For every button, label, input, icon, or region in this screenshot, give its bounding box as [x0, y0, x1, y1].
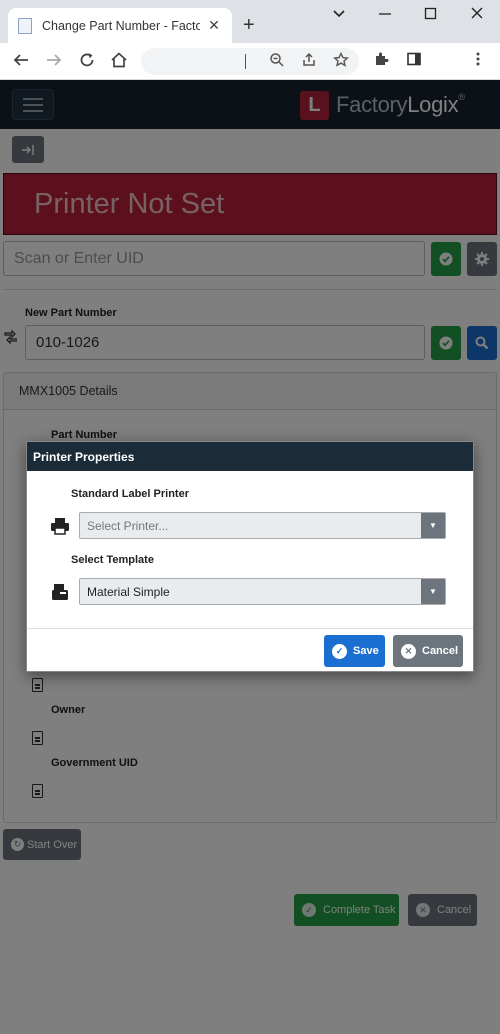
- tab-title: Change Part Number - FactoryLogix: [42, 18, 200, 33]
- browser-tab[interactable]: Change Part Number - FactoryLogix ✕: [8, 8, 232, 43]
- modal-footer-divider: [27, 628, 473, 629]
- address-caret: [245, 54, 246, 69]
- share-icon[interactable]: [301, 52, 317, 71]
- chevron-down-icon[interactable]: ▼: [421, 513, 445, 538]
- side-panel-icon[interactable]: [406, 51, 422, 72]
- modal-title: Printer Properties: [27, 442, 473, 471]
- cancel-circle-icon: ✕: [401, 643, 416, 659]
- window-close-icon[interactable]: [470, 6, 484, 25]
- home-icon[interactable]: [110, 51, 128, 74]
- check-circle-icon: ✓: [332, 643, 347, 659]
- printer-select[interactable]: Select Printer... ▼: [79, 512, 446, 539]
- browser-tabstrip: Change Part Number - FactoryLogix ✕ +: [0, 0, 500, 43]
- standard-label-printer-label: Standard Label Printer: [71, 488, 189, 500]
- browser-toolbar: [0, 43, 500, 80]
- new-tab-button[interactable]: +: [243, 14, 255, 37]
- template-select[interactable]: Material Simple ▼: [79, 578, 446, 605]
- extensions-puzzle-icon[interactable]: [373, 51, 389, 72]
- zoom-out-icon[interactable]: [269, 52, 285, 71]
- printer-properties-modal: Printer Properties Standard Label Printe…: [26, 441, 474, 672]
- tab-close-icon[interactable]: ✕: [206, 17, 222, 34]
- label-template-icon: [50, 583, 70, 601]
- tab-search-icon[interactable]: [332, 6, 346, 25]
- bookmark-star-icon[interactable]: [333, 51, 349, 71]
- modal-cancel-button[interactable]: ✕ Cancel: [393, 635, 463, 667]
- back-arrow-icon[interactable]: [12, 51, 30, 74]
- printer-icon: [50, 517, 70, 535]
- forward-arrow-icon[interactable]: [45, 51, 63, 74]
- maximize-icon[interactable]: [424, 6, 438, 25]
- select-template-label: Select Template: [71, 554, 154, 566]
- browser-menu-icon[interactable]: [470, 51, 486, 72]
- minimize-icon[interactable]: [378, 6, 392, 25]
- page-favicon-icon: [18, 17, 32, 34]
- reload-icon[interactable]: [78, 51, 96, 74]
- chevron-down-icon[interactable]: ▼: [421, 579, 445, 604]
- address-bar[interactable]: [141, 48, 359, 75]
- modal-save-button[interactable]: ✓ Save: [324, 635, 385, 667]
